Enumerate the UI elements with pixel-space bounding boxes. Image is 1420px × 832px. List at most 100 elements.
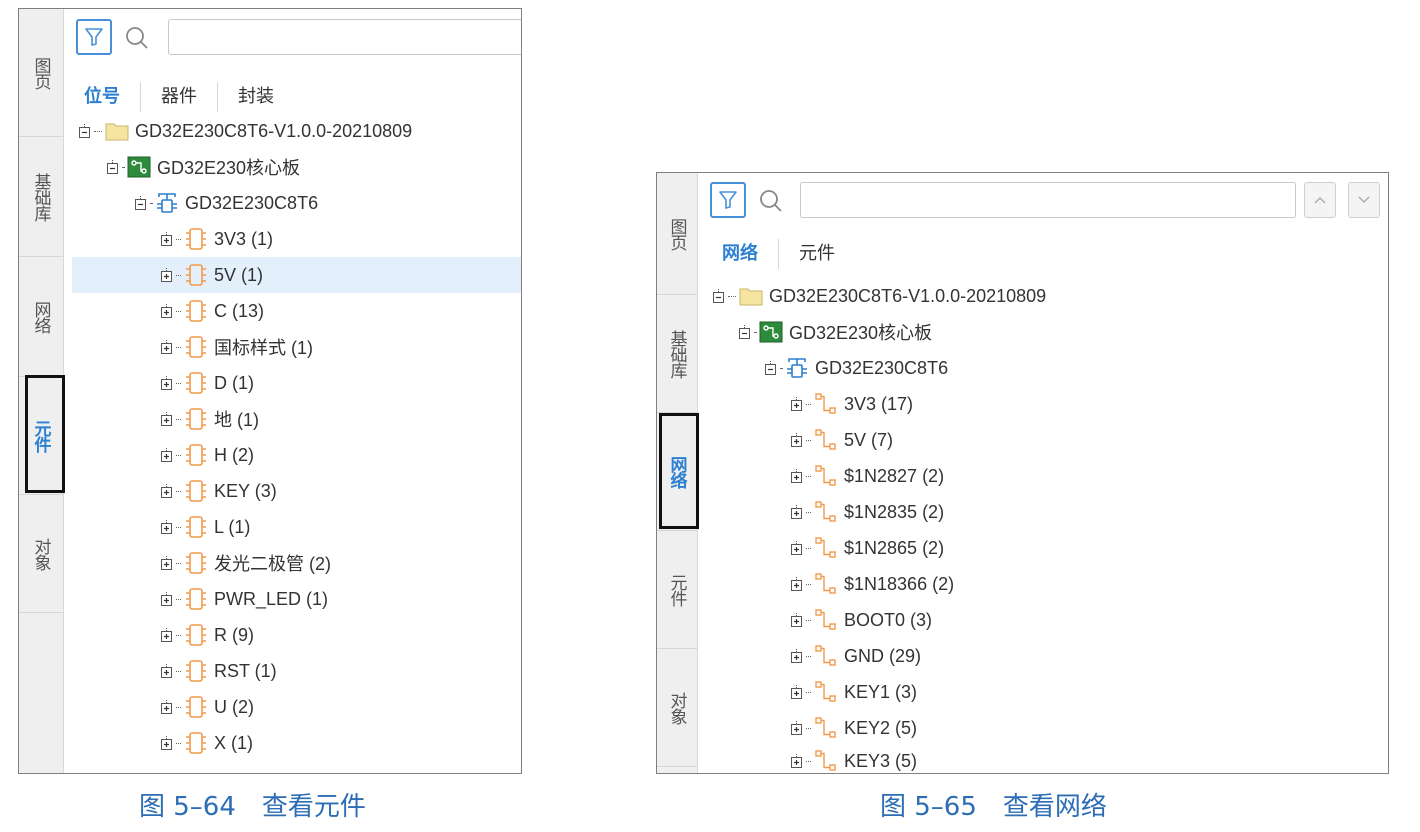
left-panel: 图页 基础库 网络 元件 对象 位号 器件 封装 GD32E230C8T6-V1…: [18, 8, 522, 774]
expand-icon[interactable]: [790, 649, 804, 663]
side-tab-objects[interactable]: 对象: [657, 649, 697, 767]
list-item[interactable]: 国标样式 (1): [160, 329, 521, 365]
list-item[interactable]: KEY3 (5): [790, 743, 1388, 773]
list-item[interactable]: R (9): [160, 617, 521, 653]
list-item[interactable]: L (1): [160, 509, 521, 545]
side-tab-sheets[interactable]: 图页: [657, 173, 697, 295]
expand-icon[interactable]: [790, 541, 804, 555]
expand-icon[interactable]: [160, 700, 174, 714]
side-tab-components[interactable]: 元件: [657, 531, 697, 649]
expand-icon[interactable]: [160, 340, 174, 354]
side-tab-library[interactable]: 基础库: [19, 137, 63, 257]
collapse-icon[interactable]: [738, 325, 752, 339]
expand-icon[interactable]: [160, 232, 174, 246]
side-tab-library[interactable]: 基础库: [657, 295, 697, 413]
list-item[interactable]: 5V (7): [790, 422, 1388, 458]
expand-icon[interactable]: [790, 433, 804, 447]
expand-icon[interactable]: [790, 397, 804, 411]
tree-board-row[interactable]: GD32E230核心板: [738, 314, 1388, 350]
expand-icon[interactable]: [160, 736, 174, 750]
list-item[interactable]: $1N18366 (2): [790, 566, 1388, 602]
list-item[interactable]: BOOT0 (3): [790, 602, 1388, 638]
list-item[interactable]: 3V3 (1): [160, 221, 521, 257]
list-item[interactable]: D (1): [160, 365, 521, 401]
side-tab-nets[interactable]: 网络: [657, 413, 697, 531]
list-item[interactable]: 3V3 (17): [790, 386, 1388, 422]
tree-connector: [176, 238, 181, 240]
list-item[interactable]: $1N2827 (2): [790, 458, 1388, 494]
list-item[interactable]: $1N2865 (2): [790, 530, 1388, 566]
list-item[interactable]: RST (1): [160, 653, 521, 689]
expand-icon[interactable]: [790, 685, 804, 699]
list-item[interactable]: PWR_LED (1): [160, 581, 521, 617]
tab-components[interactable]: 元件: [778, 239, 855, 269]
tree-schematic-row[interactable]: GD32E230C8T6: [764, 350, 1388, 386]
tree-connector: [176, 670, 181, 672]
tree-connector: [176, 346, 181, 348]
expand-icon[interactable]: [160, 592, 174, 606]
search-icon[interactable]: [758, 188, 784, 214]
search-input[interactable]: [800, 182, 1296, 218]
side-tab-nets[interactable]: 网络: [19, 257, 63, 377]
tree-schematic-row[interactable]: GD32E230C8T6: [134, 185, 521, 221]
expand-icon[interactable]: [790, 505, 804, 519]
expand-icon[interactable]: [160, 556, 174, 570]
list-item[interactable]: X (1): [160, 725, 521, 761]
tab-device[interactable]: 器件: [140, 82, 217, 112]
tree-board-row[interactable]: GD32E230核心板: [106, 149, 521, 185]
search-icon[interactable]: [124, 25, 150, 51]
search-input[interactable]: [168, 19, 521, 55]
expand-icon[interactable]: [160, 304, 174, 318]
list-item[interactable]: 5V (1): [72, 257, 521, 293]
tab-footprint[interactable]: 封装: [217, 82, 294, 112]
next-button[interactable]: [1348, 182, 1380, 218]
expand-icon[interactable]: [160, 520, 174, 534]
expand-icon[interactable]: [160, 448, 174, 462]
list-item[interactable]: 发光二极管 (2): [160, 545, 521, 581]
expand-icon[interactable]: [160, 628, 174, 642]
list-item[interactable]: U (2): [160, 689, 521, 725]
expand-icon[interactable]: [790, 577, 804, 591]
collapse-icon[interactable]: [106, 160, 120, 174]
collapse-icon[interactable]: [712, 289, 726, 303]
tree-connector: [176, 634, 181, 636]
net-icon: [815, 393, 836, 414]
expand-icon[interactable]: [790, 721, 804, 735]
filter-button[interactable]: [710, 182, 746, 218]
expand-icon[interactable]: [790, 754, 804, 768]
component-icon: [186, 264, 206, 286]
tree-project-row[interactable]: GD32E230C8T6-V1.0.0-20210809: [78, 113, 521, 149]
collapse-icon[interactable]: [78, 124, 92, 138]
side-tab-objects[interactable]: 对象: [19, 495, 63, 613]
side-tab-components[interactable]: 元件: [19, 377, 63, 495]
tree-project-row[interactable]: GD32E230C8T6-V1.0.0-20210809: [712, 278, 1388, 314]
tab-designator[interactable]: 位号: [84, 82, 140, 112]
expand-icon[interactable]: [160, 484, 174, 498]
collapse-icon[interactable]: [134, 196, 148, 210]
list-item[interactable]: GND (29): [790, 638, 1388, 674]
list-item[interactable]: KEY2 (5): [790, 710, 1388, 746]
tree-connector: [754, 331, 756, 333]
expand-icon[interactable]: [160, 268, 174, 282]
expand-icon[interactable]: [160, 664, 174, 678]
component-icon: [186, 408, 206, 430]
list-item[interactable]: C (13): [160, 293, 521, 329]
previous-button[interactable]: [1304, 182, 1336, 218]
list-item[interactable]: KEY (3): [160, 473, 521, 509]
list-item[interactable]: $1N2835 (2): [790, 494, 1388, 530]
expand-icon[interactable]: [790, 613, 804, 627]
tree-connector: [806, 403, 811, 405]
expand-icon[interactable]: [160, 412, 174, 426]
list-item[interactable]: KEY1 (3): [790, 674, 1388, 710]
expand-icon[interactable]: [160, 376, 174, 390]
tab-nets[interactable]: 网络: [722, 239, 778, 269]
tree-connector: [176, 310, 181, 312]
side-tab-sheets[interactable]: 图页: [19, 9, 63, 137]
tree-connector: [176, 598, 181, 600]
list-item[interactable]: H (2): [160, 437, 521, 473]
tree-connector: [806, 511, 811, 513]
list-item[interactable]: 地 (1): [160, 401, 521, 437]
expand-icon[interactable]: [790, 469, 804, 483]
collapse-icon[interactable]: [764, 361, 778, 375]
filter-button[interactable]: [76, 19, 112, 55]
